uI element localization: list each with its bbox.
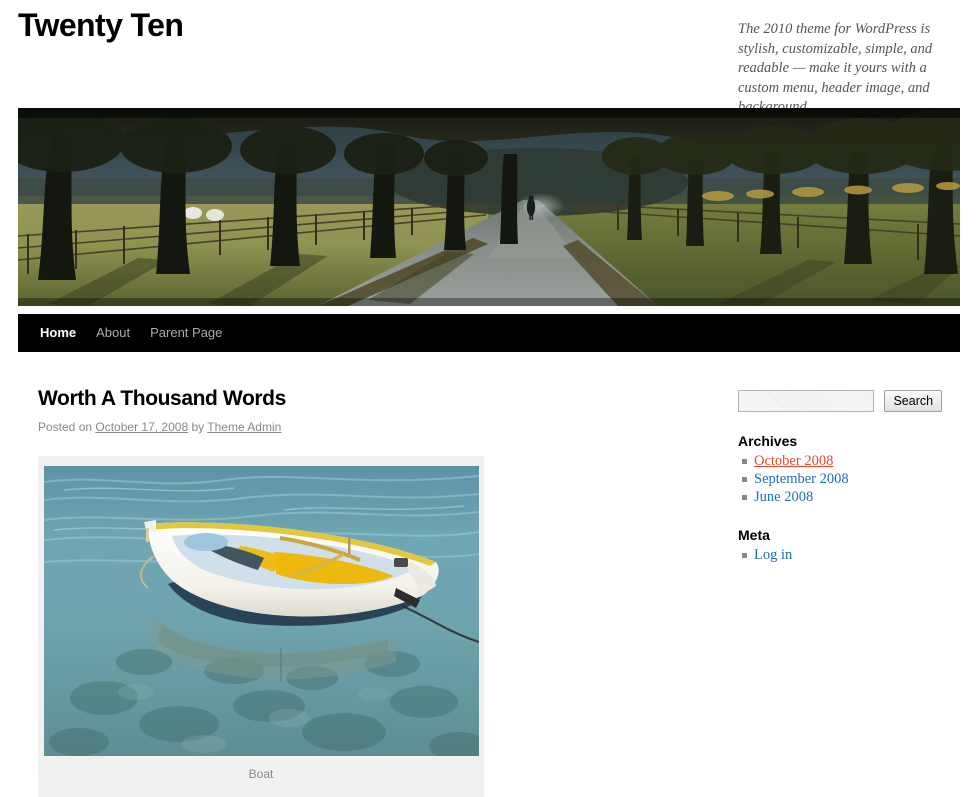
archive-link-june-2008[interactable]: June 2008 — [754, 489, 813, 505]
post-title[interactable]: Worth A Thousand Words — [38, 386, 678, 411]
sidebar: Search Archives October 2008 September 2… — [738, 352, 962, 564]
search-form: Search — [738, 390, 962, 412]
search-input[interactable] — [738, 390, 874, 412]
content-container: Worth A Thousand Words Posted on October… — [18, 352, 718, 797]
meta-link-log-in[interactable]: Log in — [754, 547, 792, 563]
archive-link-october-2008[interactable]: October 2008 — [754, 453, 833, 469]
image-caption-box: Boat — [38, 456, 484, 797]
nav-item-home[interactable]: Home — [18, 314, 86, 352]
meta-list: Log in — [738, 546, 962, 564]
nav-item-parent-page[interactable]: Parent Page — [140, 314, 232, 352]
post-author-link[interactable]: Theme Admin — [207, 420, 281, 434]
archives-widget: Archives October 2008 September 2008 Jun… — [738, 432, 962, 506]
archive-link-september-2008[interactable]: September 2008 — [754, 471, 849, 487]
nav-link-home[interactable]: Home — [18, 314, 86, 352]
site-title: Twenty Ten — [18, 6, 184, 44]
post-meta-prefix: Posted on — [38, 420, 93, 435]
meta-widget: Meta Log in — [738, 526, 962, 564]
list-item[interactable]: Log in — [742, 546, 962, 564]
search-button[interactable]: Search — [884, 390, 943, 412]
list-item[interactable]: June 2008 — [742, 488, 962, 506]
page-wrapper: Twenty Ten The 2010 theme for WordPress … — [0, 0, 978, 797]
site-description: The 2010 theme for WordPress is stylish,… — [738, 21, 933, 115]
list-item[interactable]: September 2008 — [742, 470, 962, 488]
header-image — [18, 108, 960, 306]
post-image-boat[interactable] — [43, 466, 479, 757]
post-meta: Posted on October 17, 2008 by Theme Admi… — [38, 418, 678, 436]
masthead: Twenty Ten The 2010 theme for WordPress … — [0, 0, 978, 115]
post-content: Boat — [38, 456, 678, 797]
nav-link-parent-page[interactable]: Parent Page — [140, 314, 232, 352]
list-item[interactable]: October 2008 — [742, 452, 962, 470]
post-meta-by: by — [191, 420, 205, 435]
meta-widget-title: Meta — [738, 527, 770, 543]
primary-navigation: Home About Parent Page — [18, 314, 960, 352]
nav-link-about[interactable]: About — [86, 314, 140, 352]
archives-list: October 2008 September 2008 June 2008 — [738, 452, 962, 506]
nav-item-about[interactable]: About — [86, 314, 140, 352]
nav-list: Home About Parent Page — [18, 314, 960, 352]
site-title-link[interactable]: Twenty Ten — [18, 7, 184, 43]
image-caption-text: Boat — [248, 767, 274, 782]
archives-widget-title: Archives — [738, 433, 798, 449]
content-column: Worth A Thousand Words Posted on October… — [38, 386, 678, 797]
post-date-link[interactable]: October 17, 2008 — [95, 420, 188, 434]
search-widget: Search — [738, 390, 962, 412]
